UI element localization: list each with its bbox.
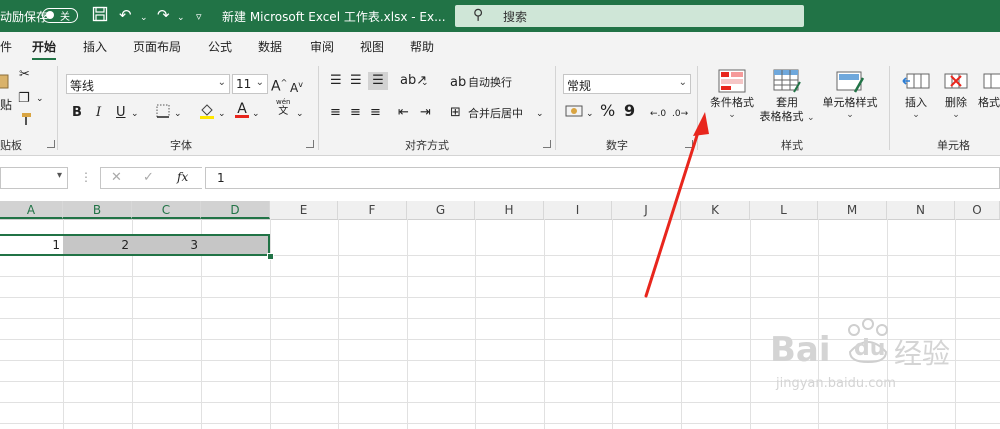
watermark-url: jingyan.baidu.com bbox=[776, 376, 896, 391]
watermark-cn: 经验 bbox=[894, 337, 951, 370]
watermark-brand: Bai bbox=[770, 330, 831, 370]
watermark-brand-2: du bbox=[854, 336, 886, 361]
